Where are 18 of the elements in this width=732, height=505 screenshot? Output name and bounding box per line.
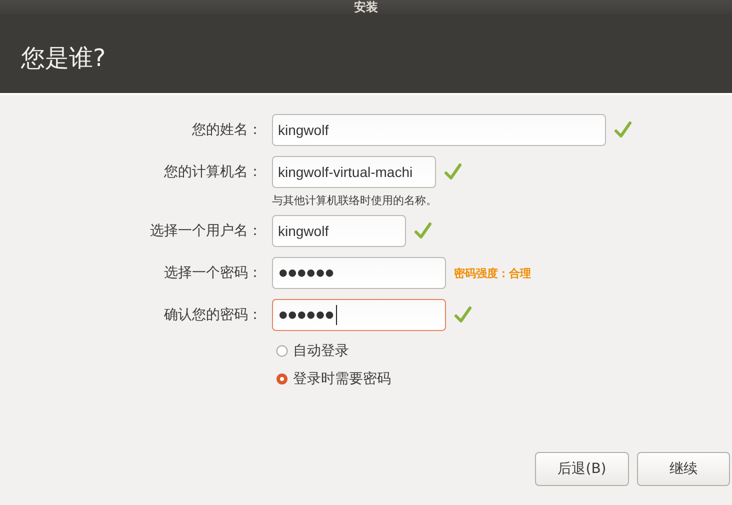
input-field[interactable]: kingwolf (272, 114, 606, 146)
input-field[interactable]: kingwolf (272, 215, 406, 247)
page-title: 您是谁? (21, 43, 107, 74)
field-label: 选择一个用户名： (149, 222, 262, 240)
back-button[interactable]: 后退(B) (535, 452, 629, 486)
radio-option[interactable]: 登录时需要密码 (276, 370, 732, 388)
password-field[interactable]: ●●●●●● (272, 299, 446, 331)
window-title: 安装 (354, 1, 378, 14)
input-field[interactable]: kingwolf-virtual-machi (272, 156, 436, 188)
field-label: 选择一个密码： (163, 264, 262, 282)
field-label: 确认您的密码： (163, 306, 262, 324)
password-field[interactable]: ●●●●●● (272, 257, 446, 289)
field-label: 您的计算机名： (163, 163, 262, 181)
password-strength: 密码强度：合理 (454, 266, 531, 280)
field-hint: 与其他计算机联络时使用的名称。 (272, 193, 438, 207)
continue-button[interactable]: 继续 (637, 452, 730, 486)
field-label: 您的姓名： (191, 121, 262, 139)
radio-option[interactable]: 自动登录 (276, 342, 732, 360)
